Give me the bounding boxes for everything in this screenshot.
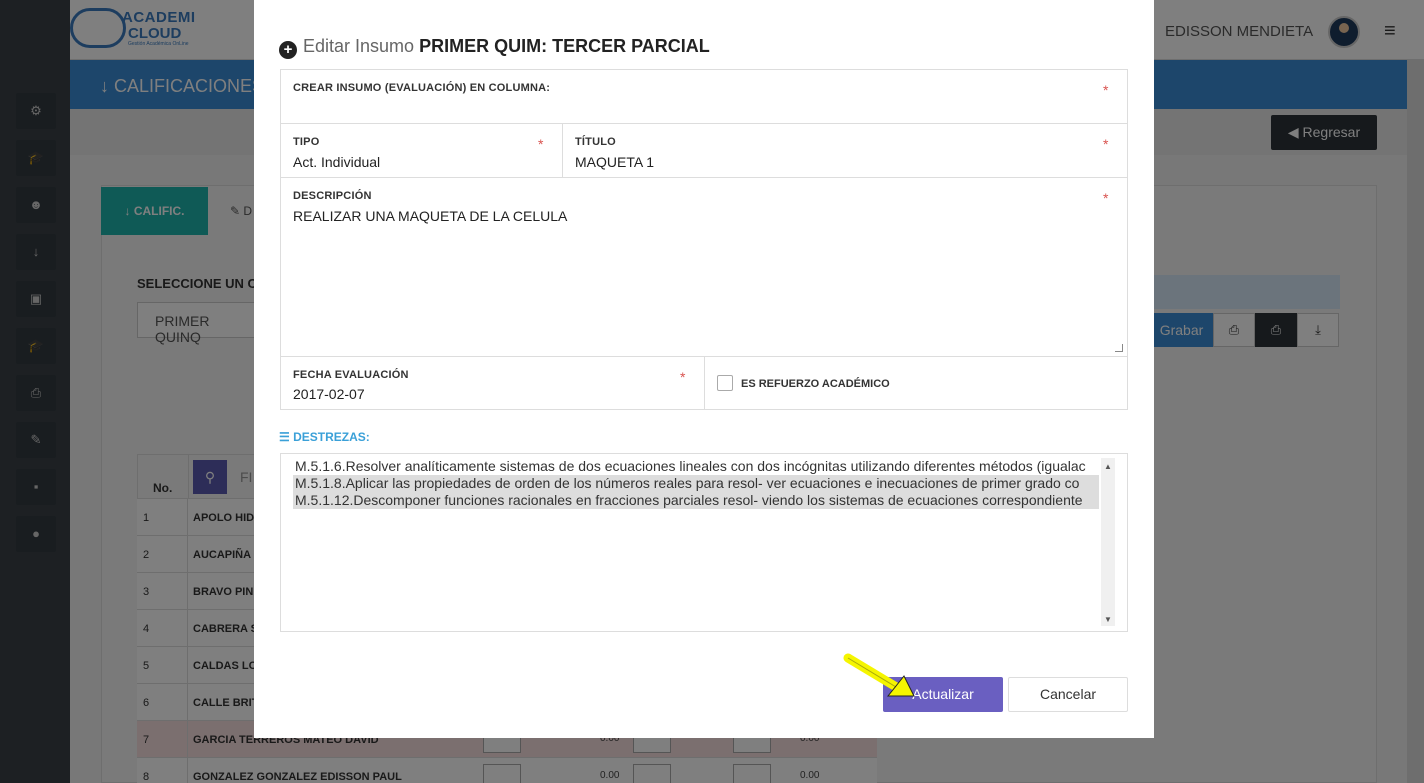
refuerzo-checkbox[interactable] — [717, 375, 733, 391]
titulo-label: TÍTULO — [575, 136, 616, 148]
titulo-value: MAQUETA 1 — [575, 154, 655, 170]
destrezas-multiselect[interactable]: M.5.1.6.Resolver analíticamente sistemas… — [280, 453, 1128, 632]
destrezas-label-text: DESTREZAS: — [293, 430, 370, 444]
edit-insumo-modal: + Editar Insumo PRIMER QUIM: TERCER PARCI… — [254, 0, 1154, 738]
crear-insumo-label: CREAR INSUMO (EVALUACIÓN) EN COLUMNA: — [293, 82, 551, 94]
resize-handle[interactable] — [1115, 344, 1123, 352]
modal-title: + Editar Insumo PRIMER QUIM: TERCER PARCI… — [279, 36, 710, 59]
descripcion-value: REALIZAR UNA MAQUETA DE LA CELULA — [293, 208, 568, 224]
crear-insumo-field[interactable]: CREAR INSUMO (EVALUACIÓN) EN COLUMNA: * — [280, 69, 1128, 124]
required-mark: * — [1103, 136, 1109, 152]
scroll-up-icon[interactable]: ▲ — [1104, 462, 1112, 471]
required-mark: * — [538, 136, 544, 152]
fecha-label: FECHA EVALUACIÓN — [293, 369, 409, 381]
required-mark: * — [1103, 190, 1109, 206]
fecha-evaluacion-field[interactable]: FECHA EVALUACIÓN * 2017-02-07 — [280, 356, 705, 410]
tipo-value: Act. Individual — [293, 154, 381, 170]
tipo-field[interactable]: TIPO * Act. Individual — [280, 123, 563, 178]
modal-title-prefix: Editar Insumo — [303, 36, 415, 56]
fecha-value: 2017-02-07 — [293, 386, 365, 402]
plus-circle-icon: + — [279, 41, 297, 59]
refuerzo-label[interactable]: ES REFUERZO ACADÉMICO — [741, 378, 890, 390]
titulo-field[interactable]: TÍTULO * MAQUETA 1 — [562, 123, 1128, 178]
destrezas-label: ☰ DESTREZAS: — [279, 430, 370, 444]
destreza-option[interactable]: M.5.1.12.Descomponer funciones racionale… — [293, 492, 1099, 509]
listbox-scrollbar[interactable]: ▲ ▼ — [1101, 458, 1115, 626]
descripcion-label: DESCRIPCIÓN — [293, 190, 372, 202]
destreza-option[interactable]: M.5.1.8.Aplicar las propiedades de orden… — [293, 475, 1099, 492]
required-mark: * — [680, 369, 686, 385]
cancel-button[interactable]: Cancelar — [1008, 677, 1128, 712]
destreza-option[interactable]: M.5.1.6.Resolver analíticamente sistemas… — [293, 458, 1099, 475]
modal-title-bold: PRIMER QUIM: TERCER PARCIAL — [419, 36, 710, 56]
list-icon: ☰ — [279, 430, 290, 444]
scroll-down-icon[interactable]: ▼ — [1104, 615, 1112, 624]
descripcion-textarea[interactable]: DESCRIPCIÓN * REALIZAR UNA MAQUETA DE LA… — [280, 177, 1128, 357]
pointer-arrow-icon — [843, 653, 915, 697]
required-mark: * — [1103, 82, 1109, 98]
tipo-label: TIPO — [293, 136, 320, 148]
